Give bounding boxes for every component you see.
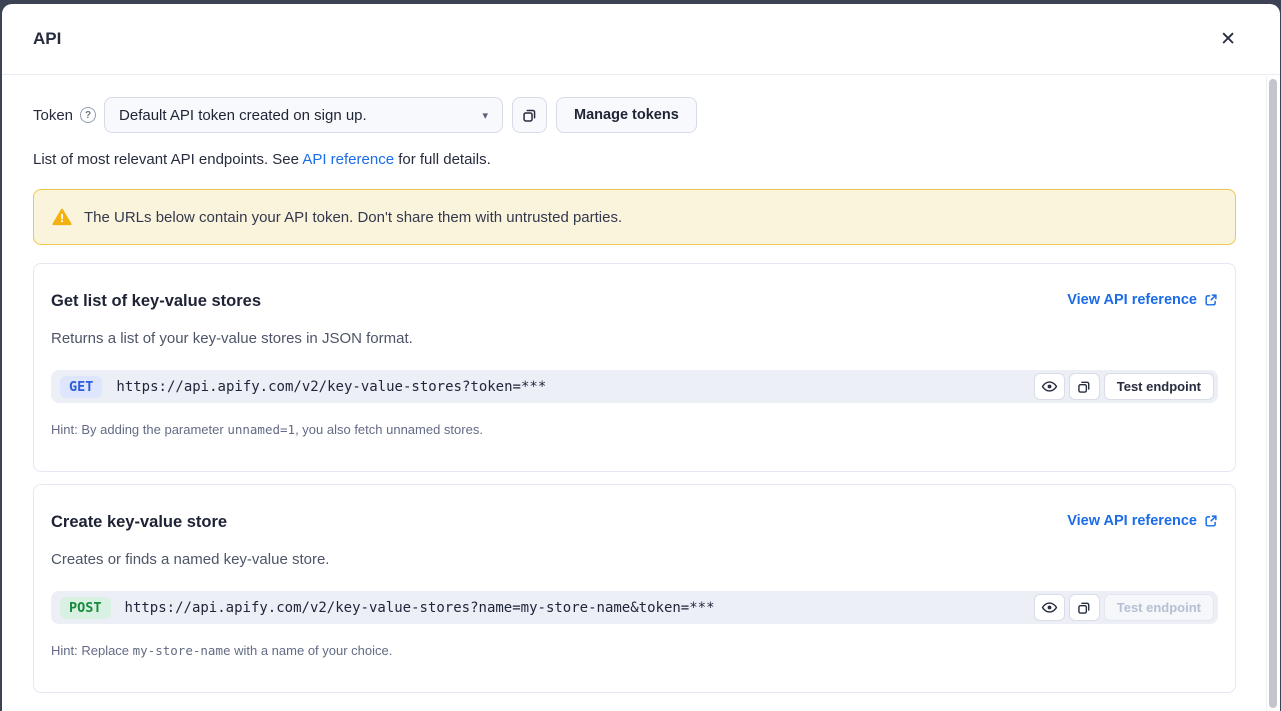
copy-url-button[interactable]: [1069, 373, 1100, 400]
endpoint-card-create-store: Create key-value store View API referenc…: [33, 484, 1236, 693]
hint-before: Hint: Replace: [51, 643, 133, 658]
method-badge: GET: [60, 376, 102, 398]
copy-url-button[interactable]: [1069, 594, 1100, 621]
view-api-reference-link[interactable]: View API reference: [1067, 513, 1218, 529]
modal-body: Token ? Default API token created on sig…: [2, 76, 1280, 711]
endpoint-actions: Test endpoint: [1034, 594, 1214, 621]
hint-code: unnamed=1: [227, 422, 295, 437]
warning-text: The URLs below contain your API token. D…: [84, 209, 622, 226]
test-endpoint-button[interactable]: Test endpoint: [1104, 594, 1214, 621]
endpoint-url-row: GET https://api.apify.com/v2/key-value-s…: [51, 370, 1218, 403]
copy-icon: [1077, 380, 1091, 394]
api-reference-link[interactable]: API reference: [302, 151, 394, 168]
card-head: Create key-value store View API referenc…: [51, 513, 1218, 532]
card-link-label: View API reference: [1067, 292, 1197, 308]
token-label: Token: [33, 107, 73, 124]
hint-code: my-store-name: [133, 643, 231, 658]
card-title: Create key-value store: [51, 513, 227, 532]
endpoint-url: https://api.apify.com/v2/key-value-store…: [125, 600, 1034, 616]
endpoint-hint: Hint: Replace my-store-name with a name …: [51, 643, 1218, 658]
external-link-icon: [1204, 293, 1218, 307]
chevron-down-icon: ▾: [483, 109, 489, 122]
endpoint-hint: Hint: By adding the parameter unnamed=1,…: [51, 422, 1218, 437]
reveal-token-button[interactable]: [1034, 594, 1065, 621]
help-icon[interactable]: ?: [80, 107, 96, 123]
eye-icon: [1041, 599, 1058, 616]
card-head: Get list of key-value stores View API re…: [51, 292, 1218, 311]
test-endpoint-button[interactable]: Test endpoint: [1104, 373, 1214, 400]
copy-icon: [522, 108, 537, 123]
external-link-icon: [1204, 514, 1218, 528]
card-description: Creates or finds a named key-value store…: [51, 551, 1218, 568]
card-title: Get list of key-value stores: [51, 292, 261, 311]
close-icon: ✕: [1220, 29, 1236, 50]
endpoint-url: https://api.apify.com/v2/key-value-store…: [116, 379, 1033, 395]
token-row: Token ? Default API token created on sig…: [33, 97, 1236, 133]
intro-before: List of most relevant API endpoints. See: [33, 151, 302, 168]
warning-triangle-icon: [52, 207, 72, 227]
endpoint-card-get-list: Get list of key-value stores View API re…: [33, 263, 1236, 472]
token-select-value: Default API token created on sign up.: [119, 107, 367, 124]
hint-before: Hint: By adding the parameter: [51, 422, 227, 437]
scrollbar-thumb[interactable]: [1269, 79, 1277, 708]
copy-icon: [1077, 601, 1091, 615]
manage-tokens-button[interactable]: Manage tokens: [556, 97, 697, 133]
copy-token-button[interactable]: [512, 97, 547, 133]
warning-banner: The URLs below contain your API token. D…: [33, 189, 1236, 245]
card-link-label: View API reference: [1067, 513, 1197, 529]
intro-after: for full details.: [394, 151, 491, 168]
reveal-token-button[interactable]: [1034, 373, 1065, 400]
endpoint-actions: Test endpoint: [1034, 373, 1214, 400]
scrollbar-track: [1266, 76, 1278, 711]
eye-icon: [1041, 378, 1058, 395]
intro-text: List of most relevant API endpoints. See…: [33, 151, 1236, 168]
hint-after: with a name of your choice.: [231, 643, 393, 658]
page-title: API: [33, 29, 61, 49]
endpoint-url-row: POST https://api.apify.com/v2/key-value-…: [51, 591, 1218, 624]
close-button[interactable]: ✕: [1216, 26, 1240, 53]
card-description: Returns a list of your key-value stores …: [51, 330, 1218, 347]
token-select[interactable]: Default API token created on sign up. ▾: [104, 97, 503, 133]
api-modal: API ✕ Token ? Default API token created …: [2, 4, 1280, 711]
hint-after: , you also fetch unnamed stores.: [295, 422, 483, 437]
question-mark-glyph: ?: [85, 110, 91, 121]
method-badge: POST: [60, 597, 111, 619]
view-api-reference-link[interactable]: View API reference: [1067, 292, 1218, 308]
modal-header: API ✕: [2, 4, 1280, 75]
